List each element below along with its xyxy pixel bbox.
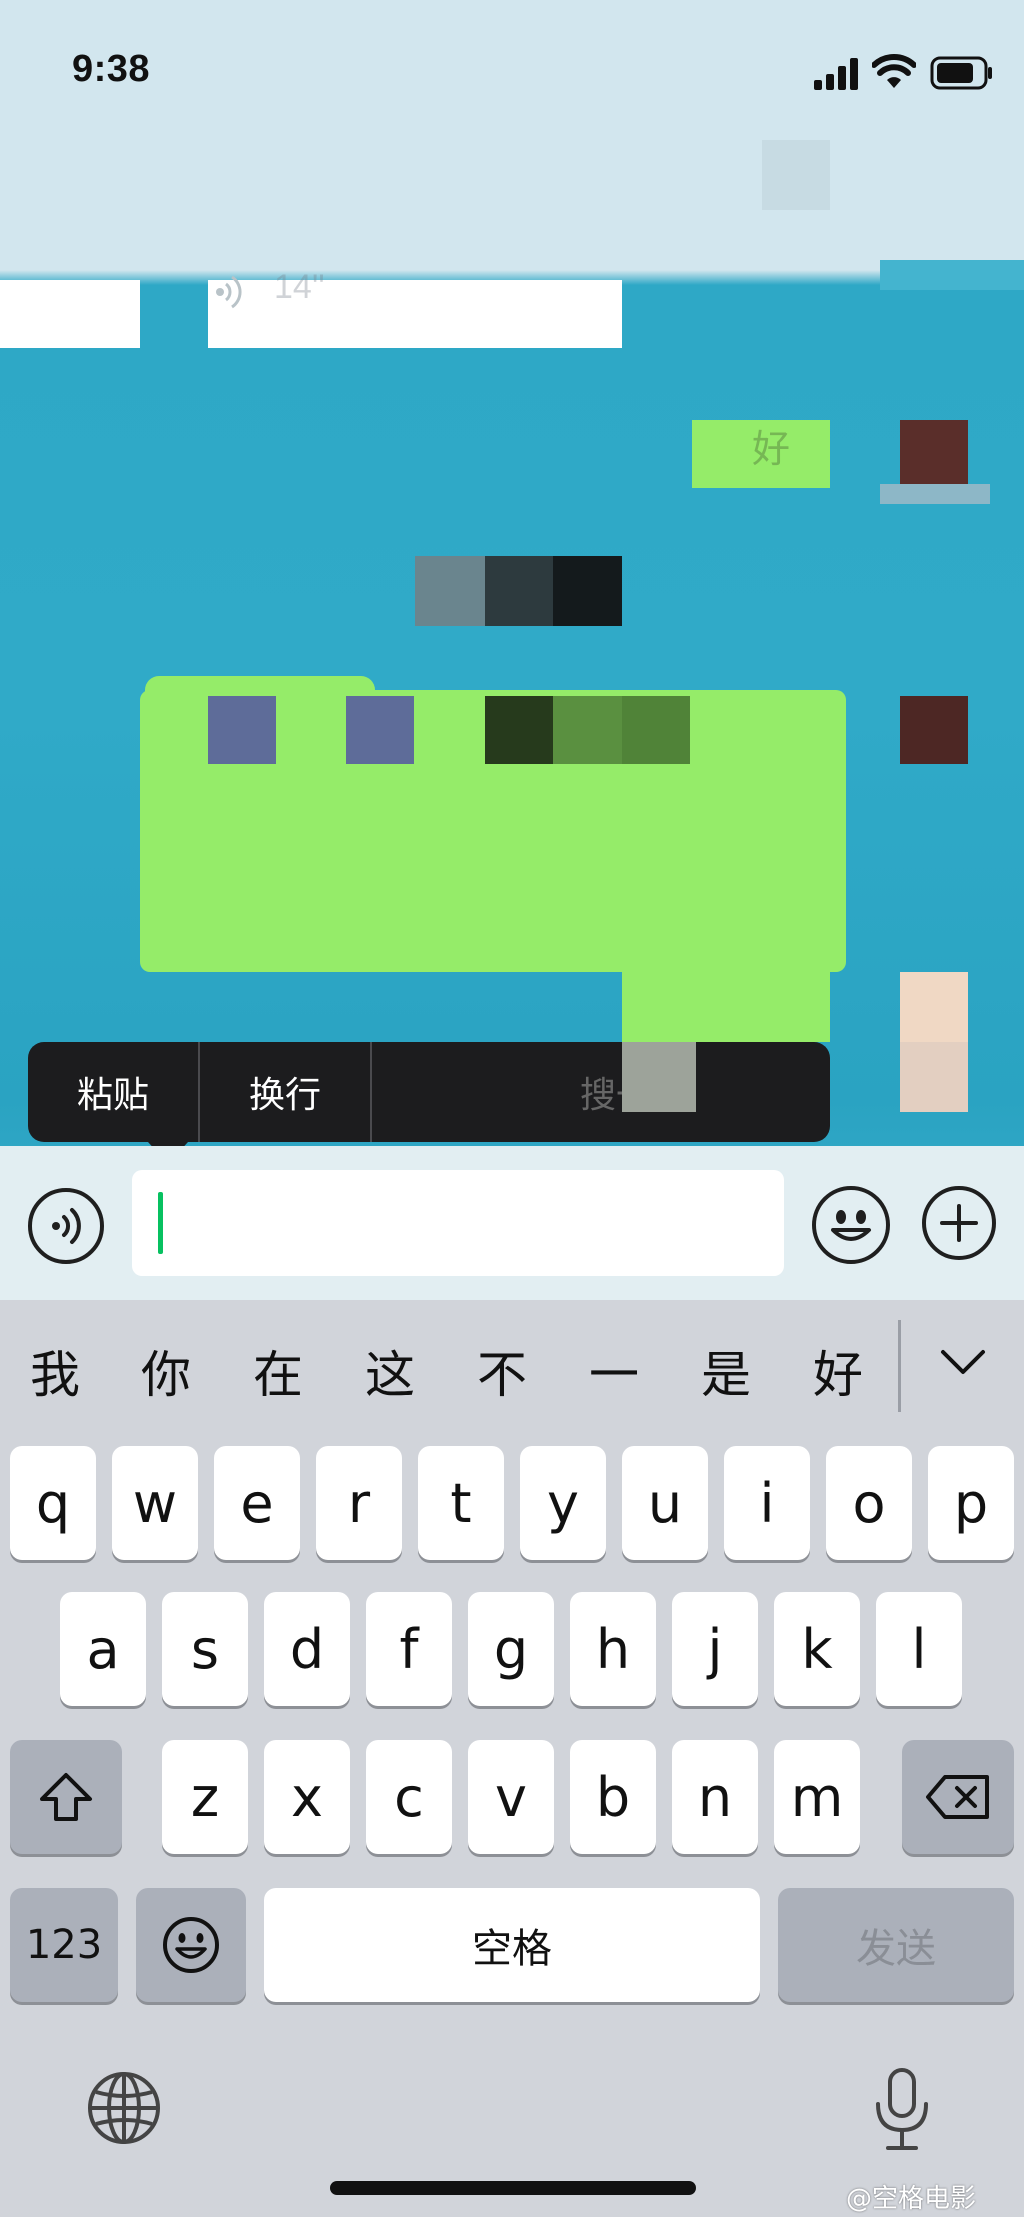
key-letter[interactable]: j bbox=[672, 1592, 758, 1706]
shift-arrow-icon bbox=[40, 1773, 92, 1821]
key-letter[interactable]: e bbox=[214, 1446, 300, 1560]
message-text: 好 bbox=[752, 427, 791, 471]
key-letter[interactable]: a bbox=[60, 1592, 146, 1706]
key-letter[interactable]: k bbox=[774, 1592, 860, 1706]
message-input[interactable] bbox=[132, 1170, 784, 1276]
key-letter[interactable]: z bbox=[162, 1740, 248, 1854]
candidate-word[interactable]: 在 bbox=[243, 1335, 313, 1407]
cellular-signal-icon bbox=[814, 58, 858, 90]
menu-item-paste[interactable]: 粘贴 bbox=[28, 1042, 198, 1142]
shift-key[interactable] bbox=[10, 1740, 122, 1854]
microphone-icon[interactable] bbox=[870, 2066, 934, 2154]
voice-message-bubble[interactable] bbox=[208, 280, 622, 348]
menu-item-newline[interactable]: 换行 bbox=[200, 1042, 370, 1142]
key-letter[interactable]: h bbox=[570, 1592, 656, 1706]
key-letter[interactable]: x bbox=[264, 1740, 350, 1854]
candidate-word[interactable]: 一 bbox=[579, 1335, 649, 1407]
key-letter[interactable]: m bbox=[774, 1740, 860, 1854]
space-key[interactable]: 空格 bbox=[264, 1888, 760, 2002]
candidate-word[interactable]: 好 bbox=[803, 1335, 873, 1407]
voice-duration: 14'' bbox=[274, 268, 325, 306]
smiley-face-icon bbox=[831, 1210, 871, 1241]
key-letter[interactable]: y bbox=[520, 1446, 606, 1560]
send-key[interactable]: 发送 bbox=[778, 1888, 1014, 2002]
status-bar: 9:38 bbox=[0, 0, 1024, 140]
key-letter[interactable]: t bbox=[418, 1446, 504, 1560]
smiley-face-icon bbox=[163, 1917, 219, 1973]
key-letter[interactable]: l bbox=[876, 1592, 962, 1706]
key-letter[interactable]: r bbox=[316, 1446, 402, 1560]
numbers-key[interactable]: 123 bbox=[10, 1888, 118, 2002]
key-letter[interactable]: c bbox=[366, 1740, 452, 1854]
emoji-button[interactable] bbox=[812, 1186, 890, 1264]
battery-icon bbox=[930, 56, 992, 90]
voice-input-toggle-button[interactable] bbox=[28, 1188, 104, 1264]
home-indicator[interactable] bbox=[330, 2181, 696, 2195]
watermark: @空格电影 bbox=[846, 2184, 977, 2214]
key-letter[interactable]: p bbox=[928, 1446, 1014, 1560]
status-time: 9:38 bbox=[72, 48, 151, 90]
globe-icon[interactable] bbox=[86, 2070, 162, 2146]
key-letter[interactable]: i bbox=[724, 1446, 810, 1560]
emoji-keyboard-key[interactable] bbox=[136, 1888, 246, 2002]
key-letter[interactable]: s bbox=[162, 1592, 248, 1706]
key-letter[interactable]: n bbox=[672, 1740, 758, 1854]
voice-waves-icon bbox=[52, 1208, 81, 1244]
candidate-word[interactable]: 不 bbox=[467, 1335, 537, 1407]
context-menu: 粘贴 换行 搜一搜 bbox=[28, 1042, 830, 1164]
chevron-down-icon[interactable] bbox=[940, 1348, 986, 1378]
key-letter[interactable]: f bbox=[366, 1592, 452, 1706]
key-letter[interactable]: u bbox=[622, 1446, 708, 1560]
candidate-word[interactable]: 是 bbox=[691, 1335, 761, 1407]
more-actions-button[interactable] bbox=[922, 1186, 996, 1260]
key-letter[interactable]: g bbox=[468, 1592, 554, 1706]
key-letter[interactable]: d bbox=[264, 1592, 350, 1706]
candidate-word[interactable]: 你 bbox=[131, 1335, 201, 1407]
candidate-divider bbox=[898, 1320, 901, 1412]
contact-avatar[interactable] bbox=[0, 280, 140, 348]
voice-wave-icon bbox=[216, 275, 242, 309]
key-letter[interactable]: v bbox=[468, 1740, 554, 1854]
key-letter[interactable]: q bbox=[10, 1446, 96, 1560]
backspace-key[interactable] bbox=[902, 1740, 1014, 1854]
backspace-icon bbox=[926, 1775, 989, 1819]
candidate-word[interactable]: 这 bbox=[355, 1335, 425, 1407]
key-letter[interactable]: o bbox=[826, 1446, 912, 1560]
plus-icon bbox=[940, 1204, 978, 1242]
wifi-icon bbox=[872, 54, 916, 88]
text-cursor bbox=[158, 1192, 163, 1254]
key-letter[interactable]: w bbox=[112, 1446, 198, 1560]
menu-item-hidden[interactable] bbox=[372, 1042, 532, 1142]
key-letter[interactable]: b bbox=[570, 1740, 656, 1854]
candidate-word[interactable]: 我 bbox=[20, 1335, 90, 1407]
